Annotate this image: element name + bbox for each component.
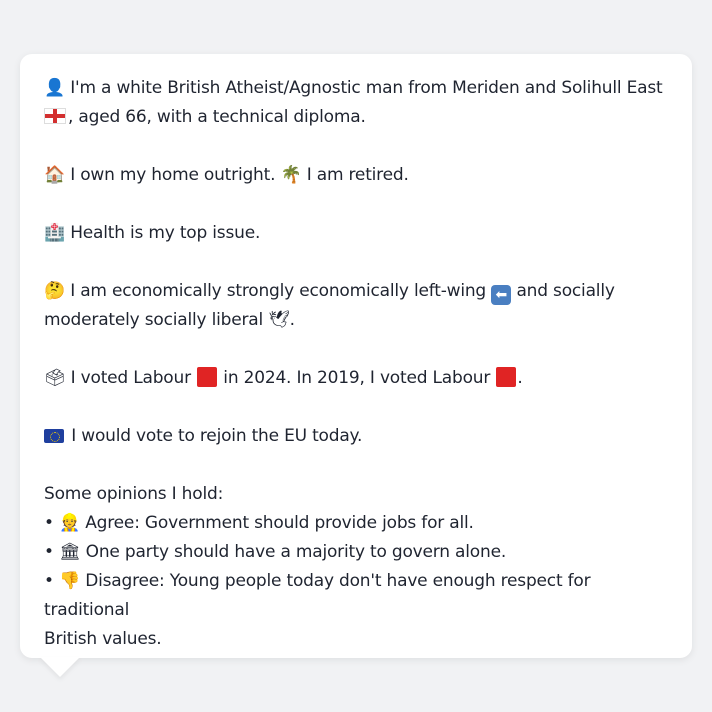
opinions-heading: Some opinions I hold: xyxy=(44,484,224,504)
economics-line: 🤔 I am economically strongly economicall… xyxy=(44,277,668,306)
opinion-text: Disagree: Young people today don't have … xyxy=(44,571,591,620)
home-line: 🏠 I own my home outright. 🌴 I am retired… xyxy=(44,161,668,190)
bullet: • xyxy=(44,571,54,591)
thinking-face-icon: 🤔 xyxy=(44,281,65,301)
bullet: • xyxy=(44,513,54,533)
opinion-item: • 🏛 One party should have a majority to … xyxy=(44,538,668,567)
bullet: • xyxy=(44,542,54,562)
economics-end: . xyxy=(289,310,295,330)
economics-text: I am economically strongly economically … xyxy=(70,281,487,301)
thumbs-down-icon: 👎 xyxy=(59,571,81,591)
opinion-text: One party should have a majority to gove… xyxy=(85,542,507,562)
economics-line-2: moderately socially liberal 🕊. xyxy=(44,306,668,335)
labour-red-square-icon-2 xyxy=(496,367,517,387)
england-flag-icon xyxy=(44,108,66,124)
vote-text-a: I voted Labour xyxy=(70,368,191,388)
health-line: 🏥 Health is my top issue. xyxy=(44,219,668,248)
eu-flag-icon xyxy=(44,429,64,443)
identity-line: 👤 I'm a white British Atheist/Agnostic m… xyxy=(44,74,668,103)
home-text: I own my home outright. xyxy=(70,165,276,185)
opinion-item: • 👷 Agree: Government should provide job… xyxy=(44,509,668,538)
eu-text: I would vote to rejoin the EU today. xyxy=(71,426,363,446)
eu-line: I would vote to rejoin the EU today. xyxy=(44,422,668,451)
person-icon: 👤 xyxy=(44,78,65,98)
retired-text: I am retired. xyxy=(306,165,409,185)
opinion-item: • 👎 Disagree: Young people today don't h… xyxy=(44,567,668,625)
health-text: Health is my top issue. xyxy=(70,223,261,243)
opinion-item-continued: British values. xyxy=(44,629,162,649)
social-text: and socially xyxy=(516,281,615,301)
labour-red-square-icon xyxy=(197,367,218,387)
dove-icon: 🕊 xyxy=(268,310,290,330)
worker-icon: 👷 xyxy=(59,513,81,533)
palm-tree-icon: 🌴 xyxy=(280,165,302,185)
left-arrow-icon: ⬅ xyxy=(491,285,512,305)
liberal-text: moderately socially liberal xyxy=(44,310,264,330)
opinion-text: Agree: Government should provide jobs fo… xyxy=(85,513,474,533)
message-bubble: 👤 I'm a white British Atheist/Agnostic m… xyxy=(20,54,692,658)
vote-line: 🗳 I voted Labour in 2024. In 2019, I vot… xyxy=(44,364,668,393)
identity-text: I'm a white British Atheist/Agnostic man… xyxy=(70,78,663,98)
government-building-icon: 🏛 xyxy=(59,542,81,562)
house-icon: 🏠 xyxy=(44,165,65,185)
hospital-icon: 🏥 xyxy=(44,223,65,243)
identity-text-2: , aged 66, with a technical diploma. xyxy=(68,107,366,127)
bubble-tail xyxy=(40,657,80,677)
vote-text-b: in 2024. In 2019, I voted Labour xyxy=(223,368,491,388)
ballot-box-icon: 🗳 xyxy=(44,368,66,388)
identity-line-2: , aged 66, with a technical diploma. xyxy=(44,103,668,132)
vote-end: . xyxy=(517,368,523,388)
